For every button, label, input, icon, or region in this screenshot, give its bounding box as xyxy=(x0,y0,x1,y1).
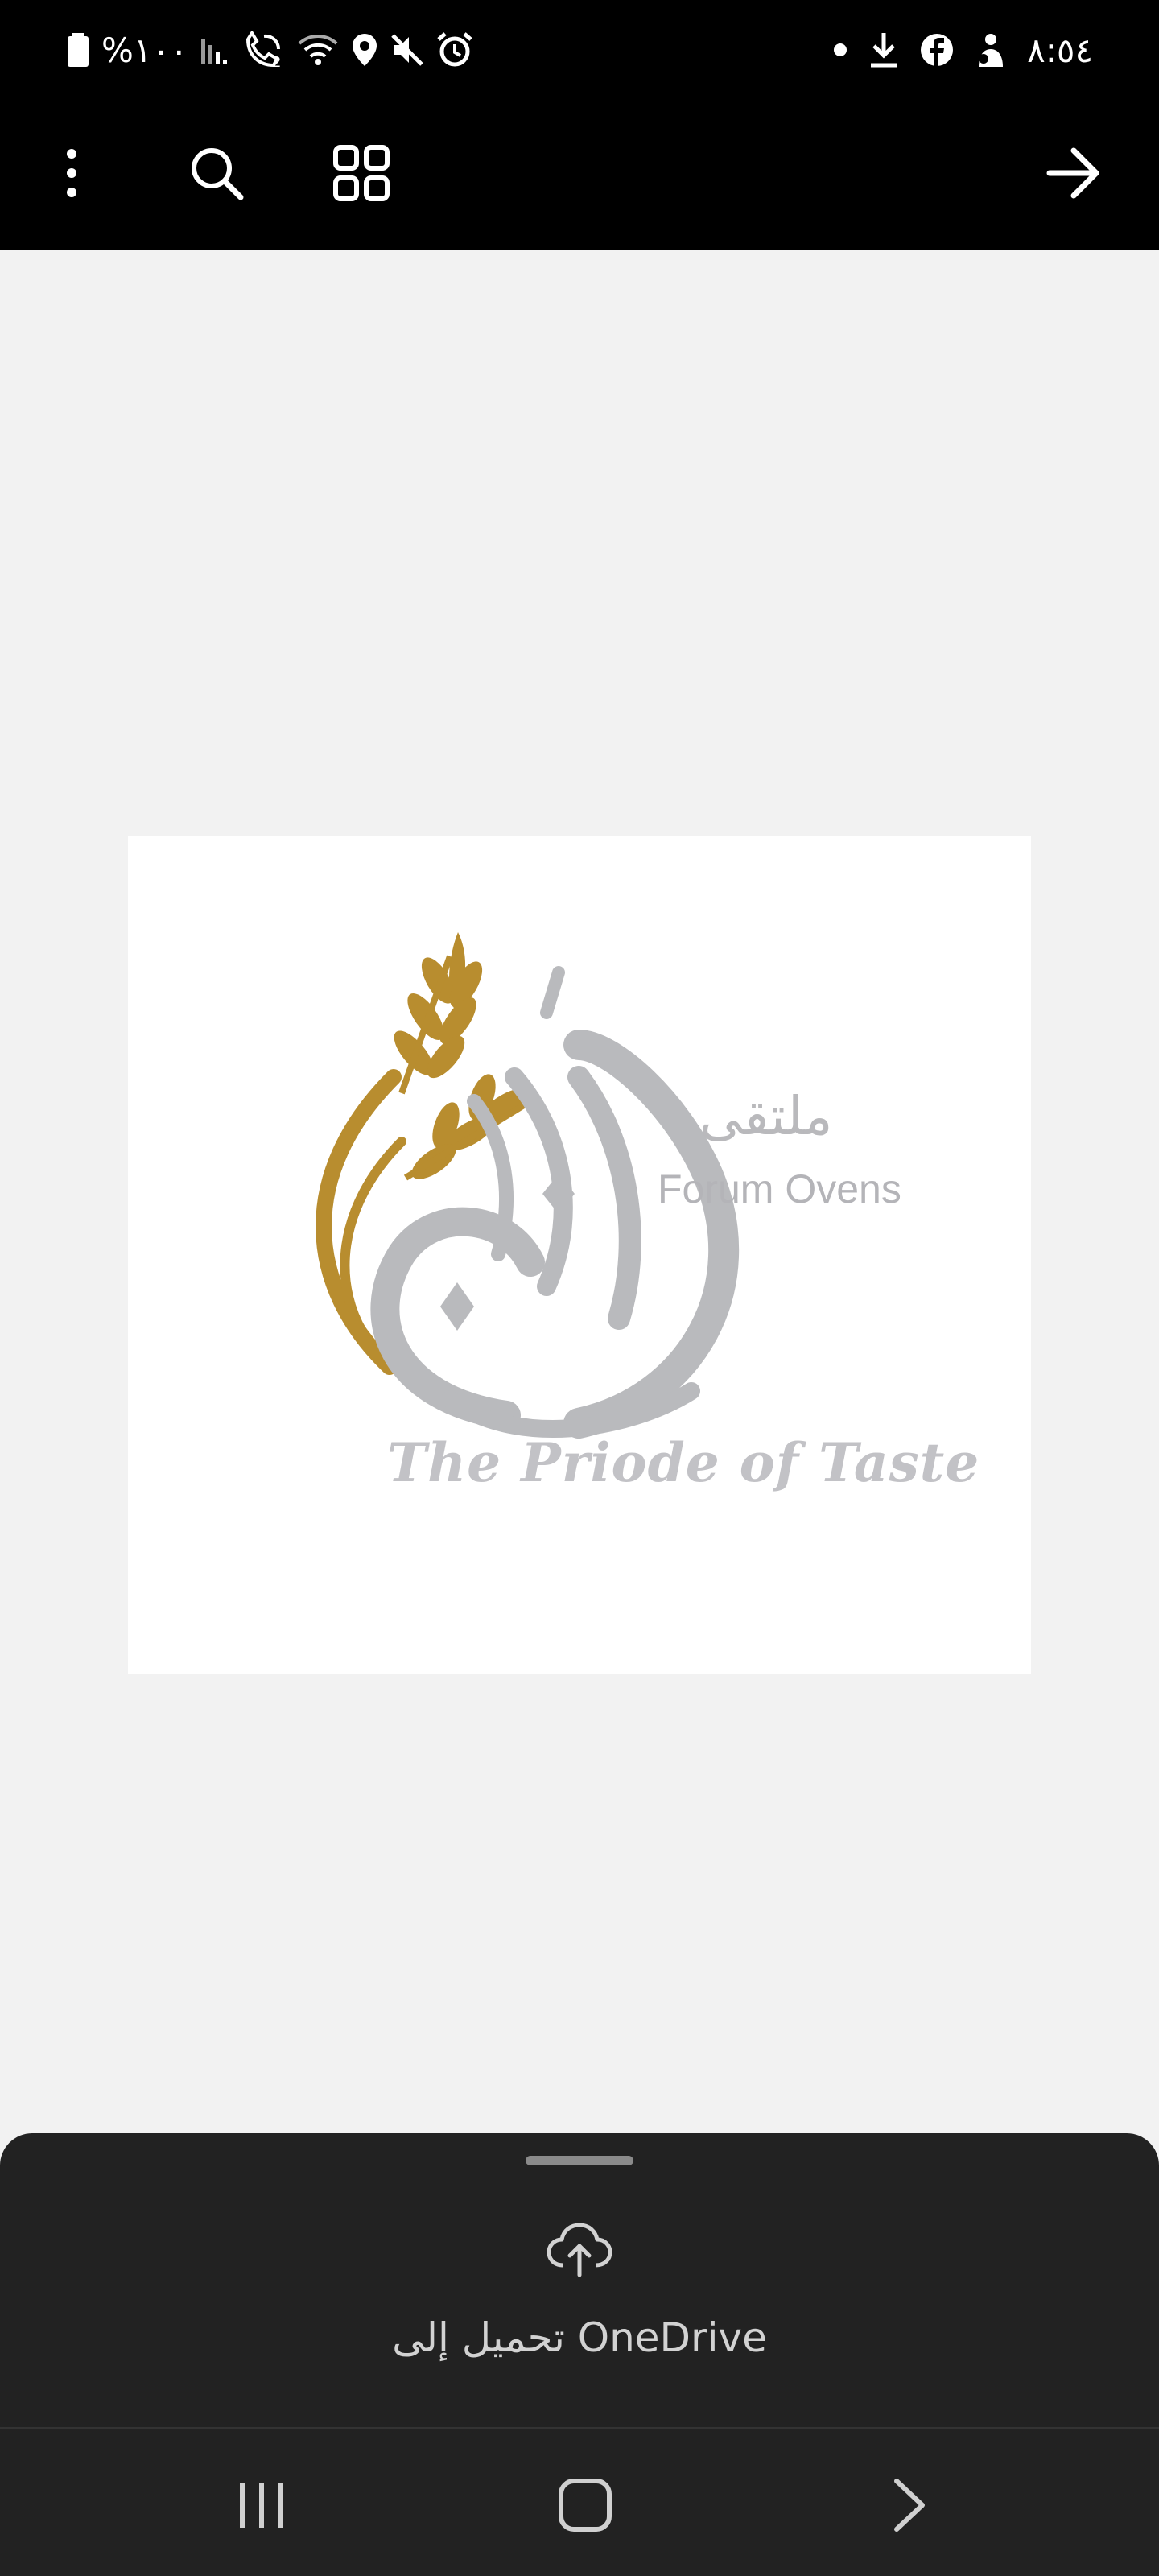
download-icon xyxy=(868,31,900,68)
dot-icon xyxy=(832,42,848,58)
back-button[interactable] xyxy=(853,2461,966,2549)
location-icon xyxy=(351,32,378,68)
upload-label: تحميل إلى OneDrive xyxy=(392,2314,767,2361)
more-vert-icon xyxy=(64,147,80,199)
notification-app-icon xyxy=(974,31,1008,68)
upload-to-onedrive-button[interactable]: تحميل إلى OneDrive xyxy=(338,2214,821,2391)
mute-icon xyxy=(390,32,425,68)
home-button[interactable] xyxy=(529,2461,641,2549)
sheet-drag-handle[interactable] xyxy=(526,2156,633,2165)
tagline: The Priode of Taste xyxy=(387,1431,980,1494)
svg-text:2: 2 xyxy=(272,54,281,68)
brand-arabic: ملتقى xyxy=(699,1085,833,1147)
arrow-forward-icon xyxy=(1046,147,1101,199)
search-icon xyxy=(188,144,245,202)
status-bar: %١٠٠ 2 ٨:٥٤ xyxy=(0,0,1159,97)
status-right: ٨:٥٤ xyxy=(832,26,1093,74)
navigation-bar xyxy=(0,2427,1159,2576)
status-left: %١٠٠ 2 xyxy=(66,26,473,74)
forum-ovens-logo xyxy=(316,932,740,1439)
document-viewer[interactable]: ملتقى Forum Ovens The Priode of Taste xyxy=(0,250,1159,2133)
bottom-sheet: تحميل إلى OneDrive xyxy=(0,2133,1159,2427)
thumbnail-view-button[interactable] xyxy=(317,129,406,217)
clock: ٨:٥٤ xyxy=(1027,30,1093,70)
wifi-calling-icon: 2 xyxy=(243,31,285,68)
wifi-icon xyxy=(296,32,340,68)
document-page[interactable]: ملتقى Forum Ovens The Priode of Taste xyxy=(128,836,1031,1674)
alarm-icon xyxy=(436,31,473,68)
facebook-icon xyxy=(919,32,955,68)
grid-view-icon xyxy=(333,145,390,201)
forward-button[interactable] xyxy=(1029,129,1118,217)
signal-icon xyxy=(200,34,232,66)
recents-icon xyxy=(236,2479,287,2531)
toolbar xyxy=(0,97,1159,250)
wheat-ear-upper xyxy=(394,932,483,1095)
battery-percent: %١٠٠ xyxy=(101,30,188,70)
search-button[interactable] xyxy=(172,129,261,217)
home-icon xyxy=(558,2478,612,2533)
recents-button[interactable] xyxy=(205,2461,318,2549)
more-options-button[interactable] xyxy=(27,129,116,217)
back-icon xyxy=(892,2478,927,2533)
brand-english: Forum Ovens xyxy=(658,1166,901,1212)
battery-icon xyxy=(66,33,90,67)
cloud-upload-icon xyxy=(546,2222,613,2278)
